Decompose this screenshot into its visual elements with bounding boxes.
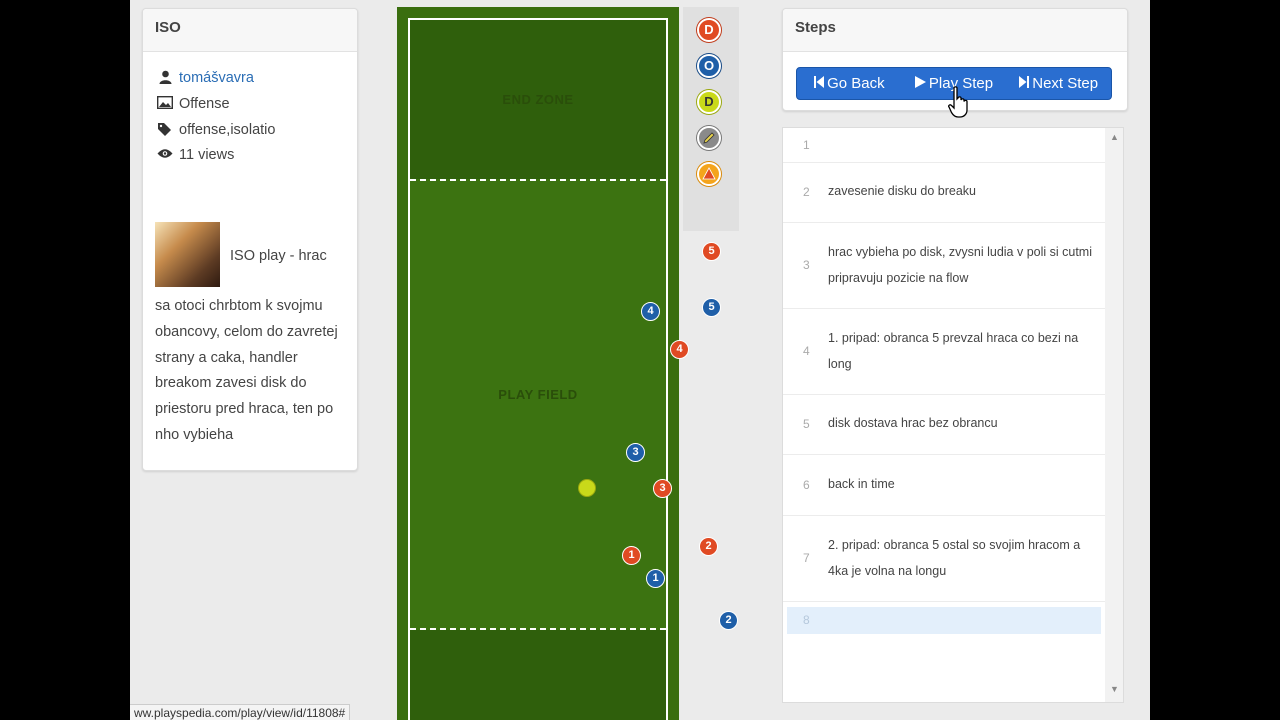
step-item[interactable]: 7 2. pripad: obranca 5 ostal so svojim h…: [783, 516, 1105, 602]
offense-player-4[interactable]: 4: [641, 302, 660, 321]
views-row: 11 views: [157, 147, 234, 163]
author-row: tomášvavra: [157, 70, 254, 86]
skip-forward-icon: [1019, 76, 1030, 91]
hand-cursor-icon: [948, 86, 968, 118]
step-item[interactable]: 3 hrac vybieha po disk, zvysni ludia v p…: [783, 223, 1105, 309]
step-item[interactable]: 1: [783, 128, 1105, 163]
category-label: Offense: [179, 96, 230, 112]
next-step-button[interactable]: Next Step: [1006, 68, 1111, 99]
play-icon: [914, 76, 926, 91]
tags-row: offense,isolatio: [157, 122, 275, 138]
draw-tool[interactable]: [697, 126, 721, 150]
description-body: sa otoci chrbtom k svojmu obancovy, celo…: [155, 298, 338, 443]
defense-player-5[interactable]: 5: [702, 242, 721, 261]
defense-player-3[interactable]: 3: [653, 479, 672, 498]
disc[interactable]: [578, 479, 596, 497]
step-item[interactable]: 6 back in time: [783, 455, 1105, 516]
scroll-up-icon[interactable]: ▲: [1110, 132, 1119, 142]
skip-back-icon: [814, 76, 825, 91]
playfield-label: PLAY FIELD: [498, 387, 578, 402]
add-offense-tool[interactable]: O: [697, 54, 721, 78]
author-avatar: [155, 222, 220, 287]
play-title: ISO: [143, 9, 357, 52]
step-text: hrac vybieha po disk, zvysni ludia v pol…: [828, 245, 1093, 285]
step-list-scrollbar[interactable]: ▲ ▼: [1105, 128, 1123, 702]
next-step-label: Next Step: [1032, 75, 1099, 92]
steps-title: Steps: [783, 9, 1127, 52]
step-text: 1. pripad: obranca 5 prevzal hraca co be…: [828, 331, 1079, 371]
author-link[interactable]: tomášvavra: [179, 70, 254, 86]
step-number: 7: [803, 551, 810, 565]
status-bar-url: ww.playspedia.com/play/view/id/11808#: [130, 704, 351, 720]
offense-player-3[interactable]: 3: [626, 443, 645, 462]
step-number: 2: [803, 185, 810, 199]
play-info-panel: ISO tomášvavra Offense offense,isolatio …: [142, 8, 358, 471]
field-lines: END ZONE PLAY FIELD: [408, 18, 668, 720]
endzone-line-top: [410, 179, 666, 181]
step-item[interactable]: 4 1. pripad: obranca 5 prevzal hraca co …: [783, 309, 1105, 395]
defense-player-2[interactable]: 2: [699, 537, 718, 556]
step-number: 3: [803, 258, 810, 272]
step-text: disk dostava hrac bez obrancu: [828, 416, 998, 430]
offense-player-5[interactable]: 5: [702, 298, 721, 317]
offense-player-2[interactable]: 2: [719, 611, 738, 630]
pencil-icon: [702, 132, 716, 148]
defense-player-4[interactable]: 4: [670, 340, 689, 359]
tool-palette: D O D: [683, 7, 739, 231]
step-number: 4: [803, 344, 810, 358]
bottom-endzone: [410, 630, 666, 720]
step-item[interactable]: 2 zavesenie disku do breaku: [783, 163, 1105, 223]
views-label: 11 views: [179, 147, 235, 163]
endzone-line-bottom: [410, 628, 666, 630]
user-icon: [157, 70, 173, 86]
go-back-label: Go Back: [827, 75, 885, 92]
description-title: ISO play - hrac: [230, 248, 327, 264]
add-defense-tool[interactable]: D: [697, 18, 721, 42]
defense-player-1[interactable]: 1: [622, 546, 641, 565]
step-text: back in time: [828, 477, 895, 491]
tags-icon: [157, 122, 173, 138]
eye-icon: [157, 147, 173, 163]
image-icon: [156, 95, 174, 112]
category-row: Offense: [156, 95, 230, 112]
step-number: 6: [803, 478, 810, 492]
step-number: 1: [803, 138, 810, 152]
step-list: 1 2 zavesenie disku do breaku 3 hrac vyb…: [782, 127, 1124, 703]
endzone-label: END ZONE: [502, 92, 574, 107]
step-text: zavesenie disku do breaku: [828, 184, 977, 198]
step-item-active[interactable]: 8: [787, 607, 1101, 634]
add-disc-tool[interactable]: D: [697, 90, 721, 114]
step-item[interactable]: 5 disk dostava hrac bez obrancu: [783, 395, 1105, 455]
step-number: 5: [803, 417, 810, 431]
add-cone-tool[interactable]: [697, 162, 721, 186]
step-number: 8: [803, 613, 810, 627]
cone-icon: [702, 167, 716, 183]
go-back-button[interactable]: Go Back: [797, 68, 902, 99]
play-field[interactable]: END ZONE PLAY FIELD 5 4 5 4 3 3 1 2 1 2: [397, 7, 738, 720]
app-page: ISO tomášvavra Offense offense,isolatio …: [130, 0, 1150, 720]
offense-player-1[interactable]: 1: [646, 569, 665, 588]
scroll-down-icon[interactable]: ▼: [1110, 684, 1119, 694]
tags-label: offense,isolatio: [179, 122, 276, 138]
step-text: 2. pripad: obranca 5 ostal so svojim hra…: [828, 538, 1081, 578]
